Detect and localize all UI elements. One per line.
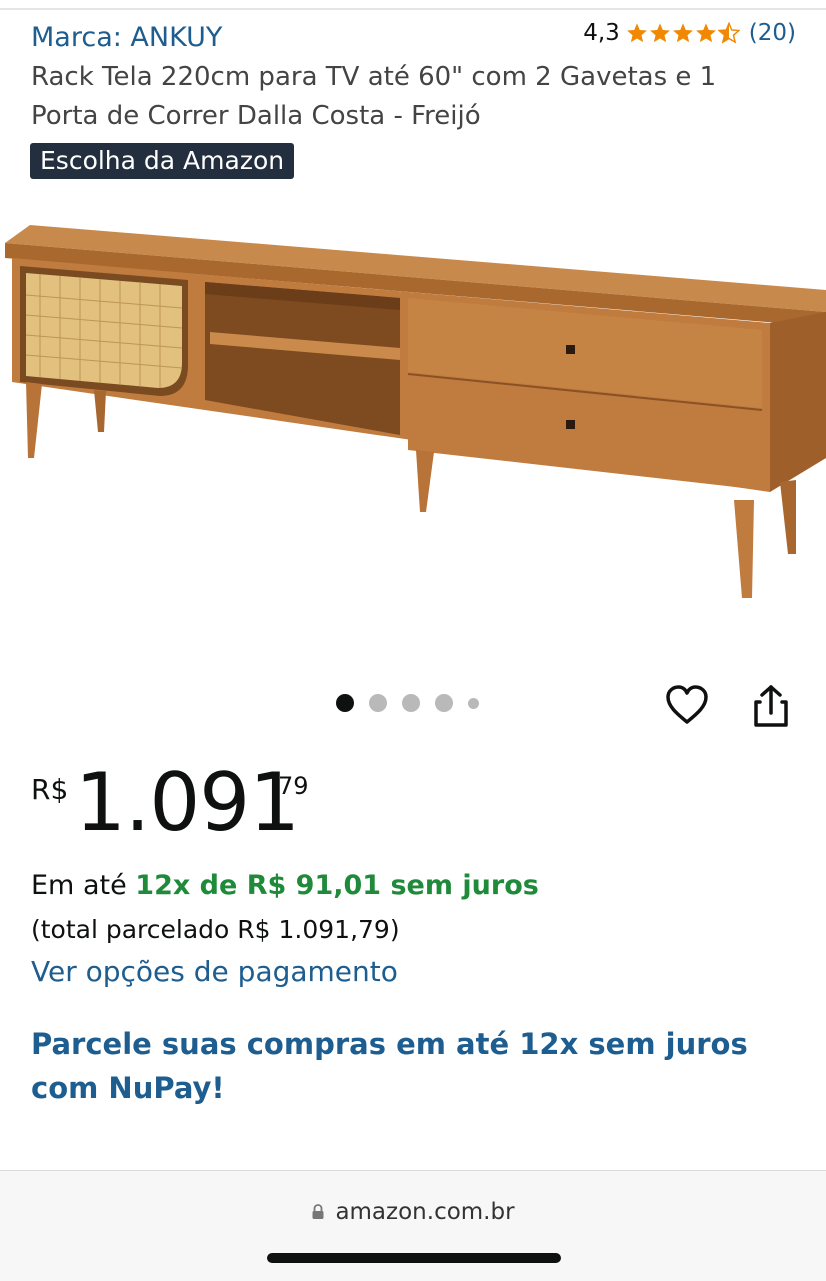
top-divider — [0, 8, 826, 10]
payment-options-link[interactable]: Ver opções de pagamento — [31, 955, 398, 988]
price-cents: 79 — [278, 772, 309, 800]
brand-link[interactable]: Marca: ANKUY — [31, 22, 222, 53]
url-text: amazon.com.br — [335, 1199, 515, 1225]
installment-offer: Em até 12x de R$ 91,01 sem juros — [31, 870, 539, 901]
pagination-dot[interactable] — [468, 697, 479, 709]
rating-value: 4,3 — [583, 20, 620, 46]
installment-total: (total parcelado R$ 1.091,79) — [31, 915, 400, 944]
star-icon — [695, 23, 716, 43]
product-image[interactable] — [0, 200, 826, 620]
home-indicator[interactable] — [267, 1253, 561, 1263]
lock-icon — [312, 1204, 324, 1219]
product-title: Rack Tela 220cm para TV até 60" com 2 Ga… — [31, 62, 717, 131]
price-whole: 1.091 — [75, 756, 300, 849]
nupay-promo-link[interactable]: Parcele suas compras em até 12x sem juro… — [31, 1022, 811, 1110]
pagination-dot[interactable] — [369, 694, 387, 712]
review-count[interactable]: (20) — [749, 20, 796, 46]
star-icon — [649, 23, 670, 43]
pagination-dot[interactable] — [435, 694, 453, 712]
star-icon — [672, 23, 693, 43]
browser-bottom-bar: amazon.com.br — [0, 1170, 826, 1281]
star-half-icon — [717, 22, 740, 44]
star-icon — [626, 23, 647, 43]
address-bar[interactable]: amazon.com.br — [0, 1199, 826, 1225]
pagination-dot-active[interactable] — [336, 694, 354, 712]
amazon-choice-badge: Escolha da Amazon — [30, 143, 295, 179]
image-pagination[interactable] — [336, 694, 494, 712]
share-icon[interactable] — [750, 683, 792, 729]
installment-prefix: Em até — [31, 870, 127, 901]
heart-icon[interactable] — [664, 683, 710, 727]
rating-stars — [626, 22, 741, 44]
pagination-dot[interactable] — [402, 694, 420, 712]
price-currency: R$ — [31, 773, 69, 806]
installment-terms: 12x de R$ 91,01 sem juros — [135, 870, 539, 901]
rating-summary[interactable]: 4,3 (20) — [583, 20, 796, 46]
